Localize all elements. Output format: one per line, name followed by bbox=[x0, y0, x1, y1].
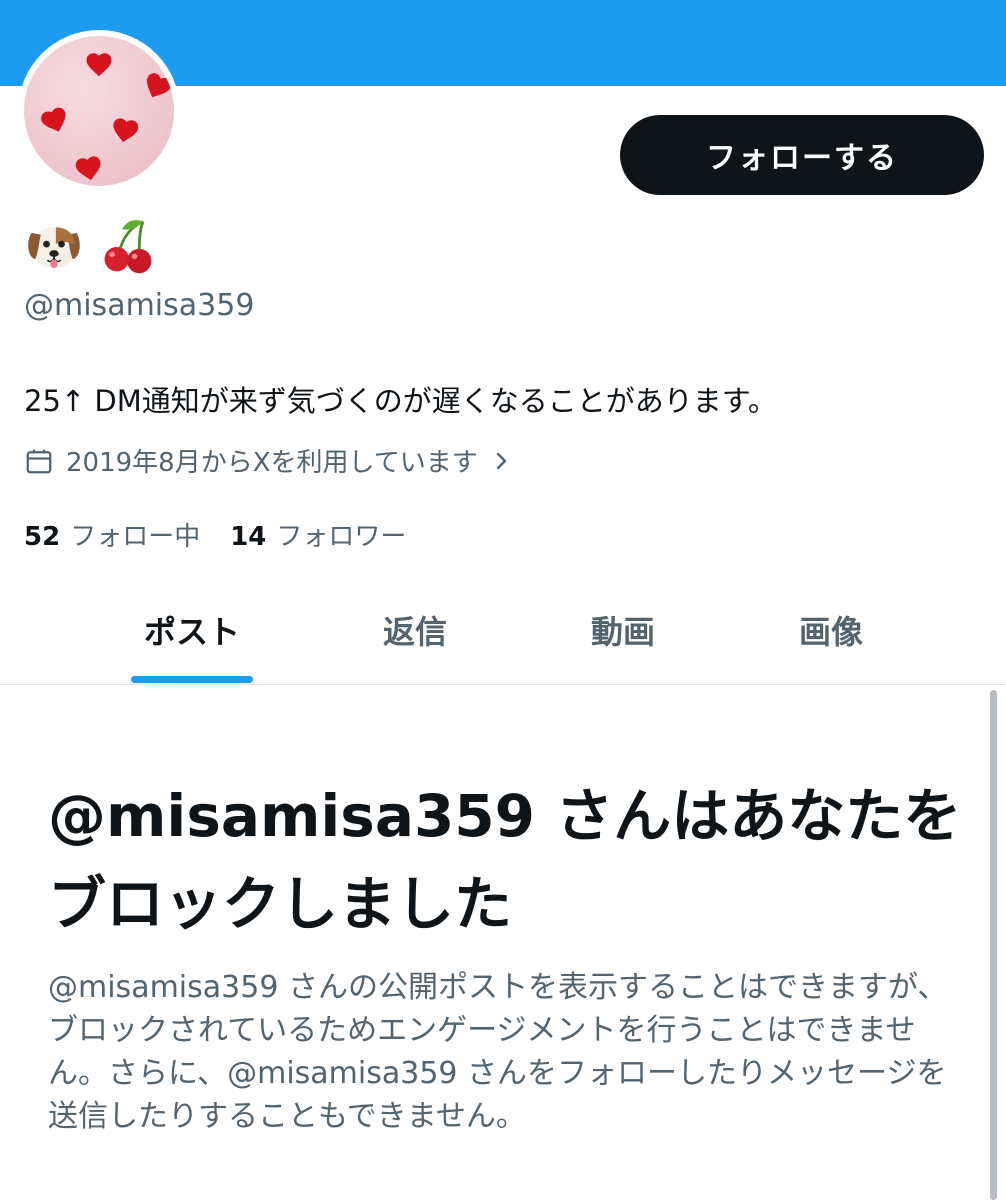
scrollbar[interactable] bbox=[990, 690, 997, 1200]
cherries-icon bbox=[104, 220, 152, 274]
tab-images[interactable]: 画像 bbox=[731, 578, 931, 682]
followers-stat[interactable]: 14 フォロワー bbox=[230, 516, 406, 553]
follow-stats: 52 フォロー中 14 フォロワー bbox=[24, 516, 406, 553]
tab-posts[interactable]: ポスト bbox=[92, 578, 292, 682]
display-name bbox=[24, 216, 158, 276]
blocked-description: @misamisa359 さんの公開ポストを表示することはできますが、ブロックさ… bbox=[48, 970, 948, 1134]
followers-label: フォロワー bbox=[276, 522, 407, 552]
heart-icon bbox=[86, 53, 112, 77]
follow-button[interactable]: フォローする bbox=[620, 115, 984, 195]
calendar-icon bbox=[26, 449, 52, 473]
profile-tabs: ポスト 返信 動画 画像 bbox=[0, 578, 1006, 685]
blocked-title: @misamisa359 さんはあなたをブロックしました bbox=[48, 782, 962, 938]
profile-bio: 25↑ DM通知が来ず気づくのが遅くなることがあります。 bbox=[24, 384, 777, 418]
tab-videos[interactable]: 動画 bbox=[523, 578, 723, 682]
heart-icon bbox=[113, 118, 139, 143]
following-count: 52 bbox=[24, 522, 61, 552]
following-stat[interactable]: 52 フォロー中 bbox=[24, 516, 200, 553]
dog-face-icon bbox=[28, 227, 80, 269]
tab-replies[interactable]: 返信 bbox=[315, 578, 515, 682]
heart-icon bbox=[146, 73, 172, 98]
profile-handle: @misamisa359 bbox=[24, 288, 255, 323]
avatar-image bbox=[24, 36, 174, 186]
heart-icon bbox=[75, 156, 101, 181]
joined-date-row[interactable]: 2019年8月からXを利用しています bbox=[24, 442, 524, 479]
joined-date-text: 2019年8月からXを利用しています bbox=[66, 448, 478, 478]
following-label: フォロー中 bbox=[70, 522, 201, 552]
active-tab-indicator bbox=[131, 676, 253, 683]
heart-icon bbox=[41, 107, 66, 132]
avatar[interactable] bbox=[18, 30, 180, 192]
followers-count: 14 bbox=[230, 522, 267, 552]
chevron-right-icon bbox=[492, 449, 524, 473]
